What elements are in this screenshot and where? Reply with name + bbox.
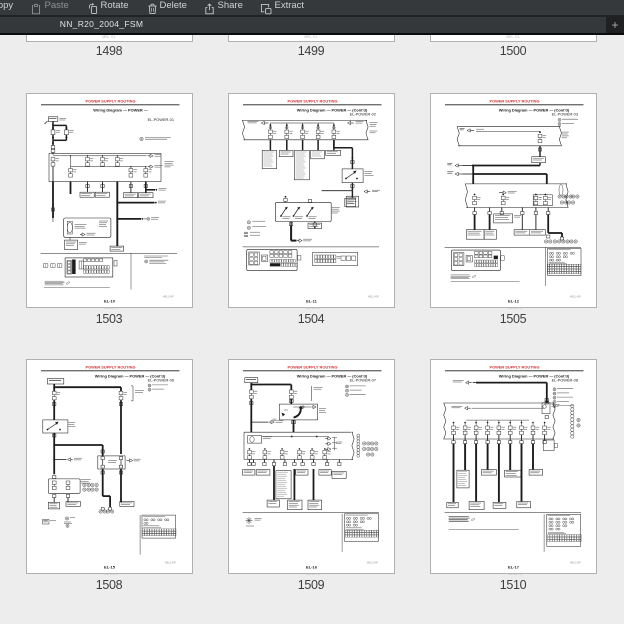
svg-text:EL-11: EL-11 (306, 299, 317, 304)
svg-text:MEL EL PW: MEL EL PW (508, 572, 522, 576)
svg-text:MEL EL PW: MEL EL PW (104, 572, 118, 576)
svg-text:EL-12: EL-12 (508, 299, 520, 304)
svg-text:MEL140F: MEL140F (569, 561, 581, 565)
svg-text:EL-15: EL-15 (104, 565, 116, 570)
svg-text:EL-POWER-06: EL-POWER-06 (147, 377, 173, 382)
svg-text:Wiring Diagram — POWER —: Wiring Diagram — POWER — (93, 107, 148, 112)
svg-text:EL-POWER-03: EL-POWER-03 (551, 111, 577, 116)
svg-text:EL-POWER-08: EL-POWER-08 (551, 377, 577, 382)
svg-text:MEL140F: MEL140F (569, 295, 581, 299)
svg-text:POWER SUPPLY ROUTING: POWER SUPPLY ROUTING (287, 99, 337, 104)
svg-text:EL-POWER-07: EL-POWER-07 (349, 377, 375, 382)
svg-text:MEL EL PW: MEL EL PW (104, 306, 118, 310)
svg-text:MEL140F: MEL140F (164, 561, 176, 565)
svg-text:POWER SUPPLY ROUTING: POWER SUPPLY ROUTING (287, 365, 337, 370)
svg-text:MEL140F: MEL140F (367, 295, 379, 299)
svg-text:MEL EL PW: MEL EL PW (306, 572, 320, 576)
svg-text:POWER SUPPLY ROUTING: POWER SUPPLY ROUTING (489, 365, 539, 370)
svg-text:EL-10: EL-10 (104, 299, 116, 304)
svg-text:POWER SUPPLY ROUTING: POWER SUPPLY ROUTING (489, 99, 539, 104)
svg-text:POWER SUPPLY ROUTING: POWER SUPPLY ROUTING (85, 365, 135, 370)
svg-text:EL-17: EL-17 (508, 565, 520, 570)
svg-text:MEL EL PW: MEL EL PW (306, 306, 320, 310)
svg-text:POWER SUPPLY ROUTING: POWER SUPPLY ROUTING (85, 99, 135, 104)
svg-text:EL-POWER-02: EL-POWER-02 (349, 111, 375, 116)
svg-text:MEL EL PW: MEL EL PW (508, 306, 522, 310)
svg-text:EL-16: EL-16 (306, 565, 318, 570)
svg-text:MEL140F: MEL140F (162, 295, 174, 299)
svg-text:MEL140F: MEL140F (366, 561, 378, 565)
svg-text:EL-POWER-01: EL-POWER-01 (147, 117, 173, 122)
